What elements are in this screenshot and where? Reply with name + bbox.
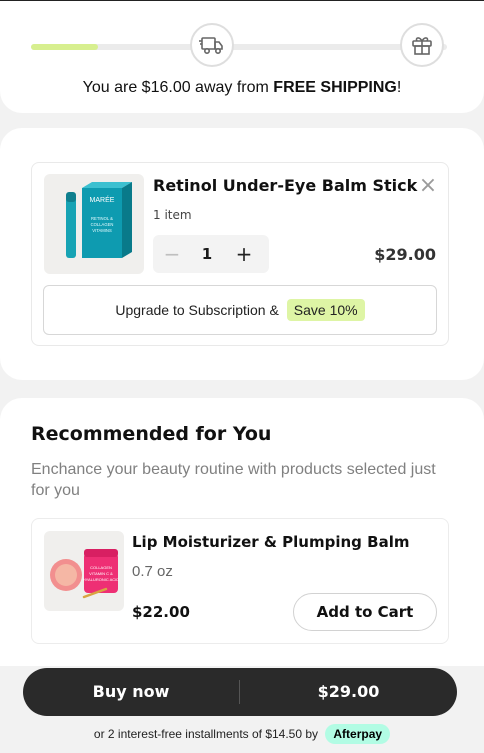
svg-text:VITAMINS: VITAMINS bbox=[92, 228, 112, 233]
svg-text:HYALURONIC ACID: HYALURONIC ACID bbox=[83, 577, 119, 582]
buy-now-label: Buy now bbox=[92, 682, 170, 701]
cart-section: MARÉE RETINOL & COLLAGEN VITAMINS Retino… bbox=[0, 128, 484, 380]
shipping-message-bold: FREE SHIPPING bbox=[273, 79, 397, 96]
shipping-message-suffix: ! bbox=[396, 79, 402, 96]
afterpay-installments: or 2 interest-free installments of $14.5… bbox=[0, 724, 484, 744]
close-icon[interactable]: × bbox=[418, 175, 438, 197]
afterpay-badge[interactable]: Afterpay bbox=[325, 724, 391, 744]
gift-icon bbox=[400, 23, 444, 67]
plus-icon[interactable]: + bbox=[229, 235, 259, 273]
recommendations-subtitle: Enchance your beauty routine with produc… bbox=[31, 461, 436, 499]
quantity-stepper: − 1 + bbox=[153, 235, 269, 273]
svg-text:COLLAGEN: COLLAGEN bbox=[90, 565, 112, 570]
order-total: $29.00 bbox=[317, 682, 380, 701]
progress-track bbox=[31, 44, 447, 50]
recommended-product-name[interactable]: Lip Moisturizer & Plumping Balm bbox=[132, 533, 409, 551]
shipping-message-prefix: You are $16.00 away from bbox=[82, 79, 274, 96]
cart-line-item: MARÉE RETINOL & COLLAGEN VITAMINS Retino… bbox=[31, 162, 449, 346]
svg-text:MARÉE: MARÉE bbox=[90, 195, 115, 204]
recommended-product-card: COLLAGEN VITAMIN C & HYALURONIC ACID Lip… bbox=[31, 518, 449, 644]
svg-text:COLLAGEN: COLLAGEN bbox=[91, 222, 114, 227]
product-image[interactable]: MARÉE RETINOL & COLLAGEN VITAMINS bbox=[44, 174, 144, 274]
recommendations-section: Recommended for You Enchance your beauty… bbox=[0, 398, 484, 666]
recommended-product-price: $22.00 bbox=[132, 603, 190, 621]
add-to-cart-button[interactable]: Add to Cart bbox=[293, 593, 437, 631]
installments-text: or 2 interest-free installments of $14.5… bbox=[93, 727, 319, 741]
buy-now-button[interactable]: Buy now $29.00 bbox=[23, 668, 457, 716]
upgrade-subscription-button[interactable]: Upgrade to Subscription & Save 10% bbox=[43, 285, 437, 335]
subscription-label: Upgrade to Subscription & bbox=[115, 302, 279, 318]
quantity-value[interactable]: 1 bbox=[193, 235, 221, 273]
svg-text:VITAMIN C &: VITAMIN C & bbox=[89, 571, 113, 576]
save-badge: Save 10% bbox=[286, 299, 365, 321]
cart-item-price: $29.00 bbox=[374, 245, 436, 264]
free-shipping-progress: You are $16.00 away from FREE SHIPPING! bbox=[0, 0, 484, 113]
recommended-product-image[interactable]: COLLAGEN VITAMIN C & HYALURONIC ACID bbox=[44, 531, 124, 611]
item-count: 1 item bbox=[153, 208, 192, 222]
svg-text:RETINOL &: RETINOL & bbox=[91, 216, 113, 221]
shipping-message: You are $16.00 away from FREE SHIPPING! bbox=[0, 79, 484, 97]
minus-icon[interactable]: − bbox=[157, 235, 187, 273]
truck-icon bbox=[190, 23, 234, 67]
cart-item-title[interactable]: Retinol Under-Eye Balm Stick bbox=[153, 176, 417, 195]
recommended-product-size: 0.7 oz bbox=[132, 563, 173, 580]
recommendations-title: Recommended for You bbox=[31, 423, 272, 445]
progress-fill bbox=[31, 44, 98, 50]
